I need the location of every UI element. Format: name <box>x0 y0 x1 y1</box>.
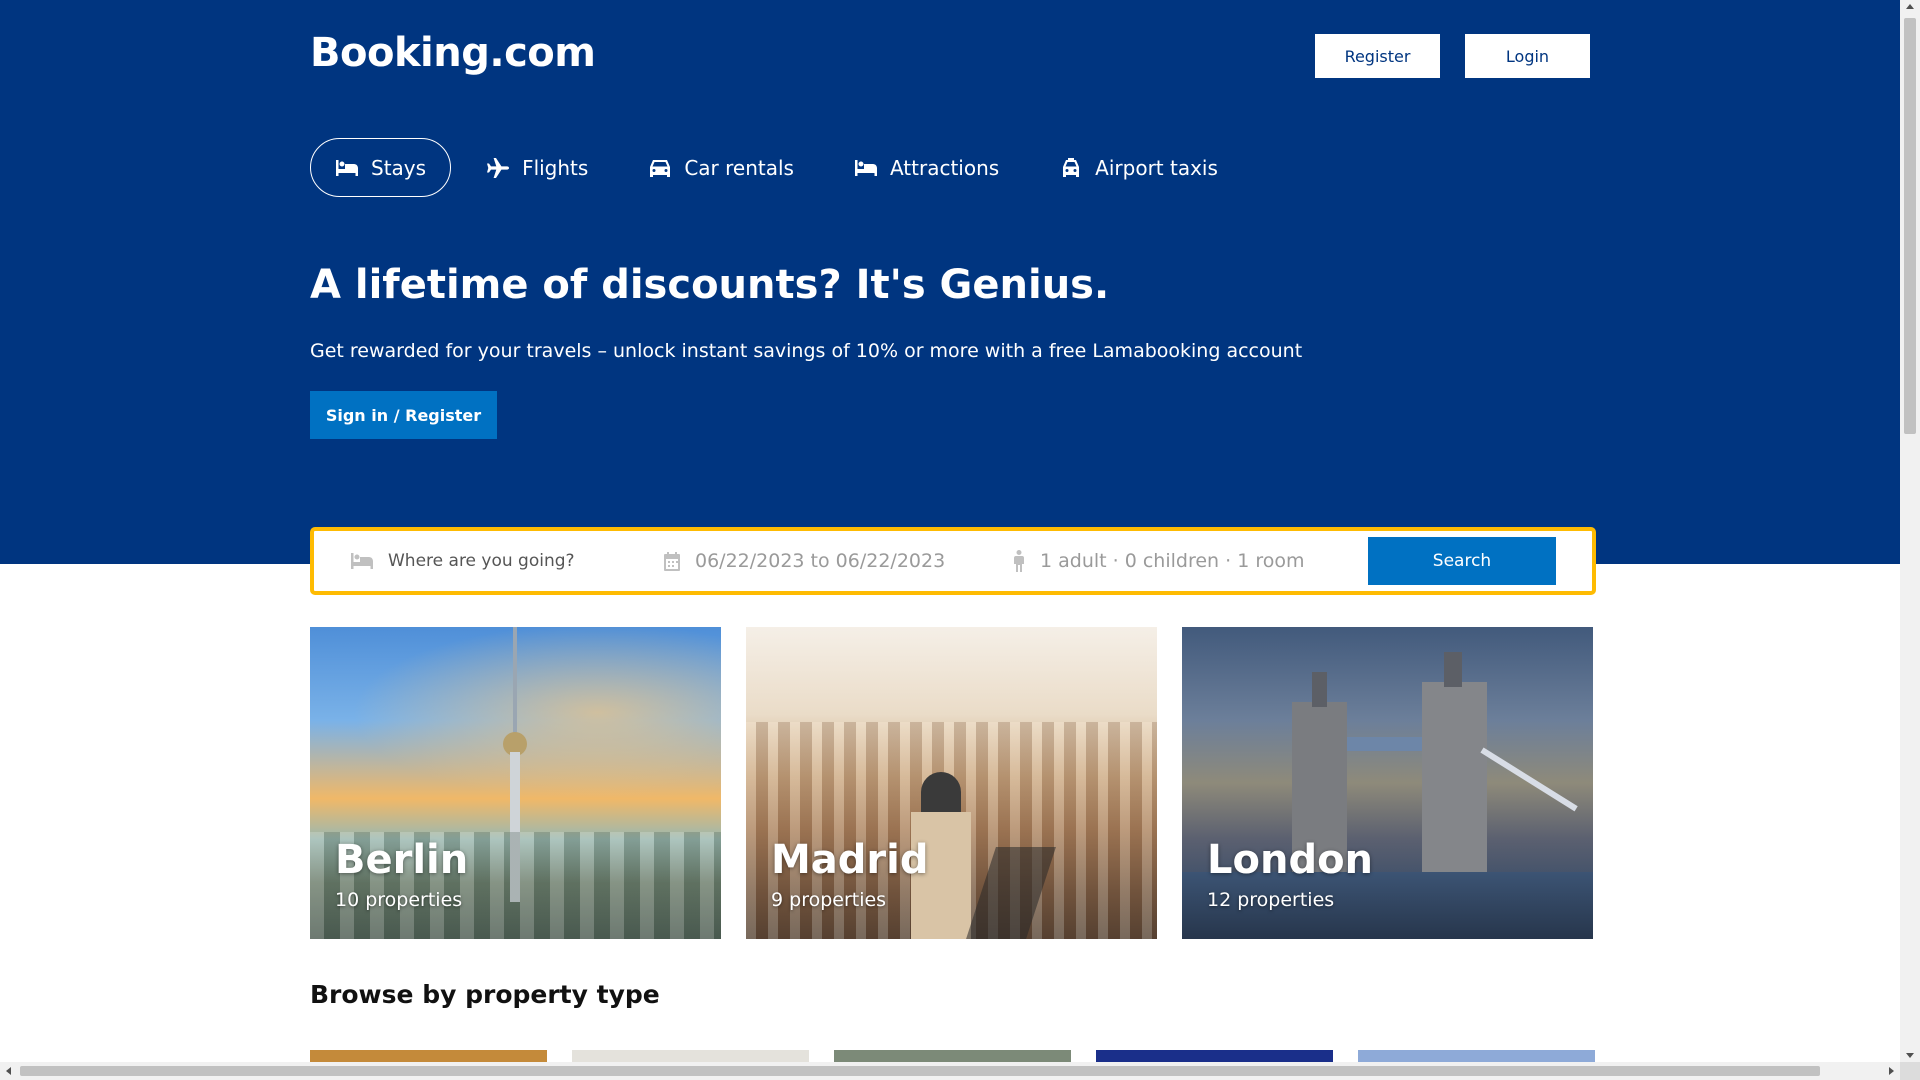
scroll-down-icon[interactable] <box>1906 1053 1914 1058</box>
hero-subtitle: Get rewarded for your travels – unlock i… <box>310 340 1303 362</box>
bridge-walkway <box>1347 737 1422 751</box>
vertical-scrollbar[interactable] <box>1900 0 1920 1062</box>
city-properties: 10 properties <box>335 889 463 911</box>
taxi-icon <box>1063 157 1080 177</box>
calendar-icon <box>664 552 680 571</box>
nav-item-car-rentals[interactable]: Car rentals <box>623 138 819 197</box>
plane-icon <box>487 157 510 178</box>
person-icon <box>1014 550 1024 572</box>
city-card-madrid[interactable]: Madrid 9 properties <box>746 627 1157 939</box>
scroll-up-icon[interactable] <box>1906 4 1914 9</box>
property-type-card[interactable] <box>572 1050 809 1062</box>
property-type-card[interactable] <box>834 1050 1071 1062</box>
car-icon <box>650 159 671 177</box>
search-button[interactable]: Search <box>1368 537 1556 585</box>
nav-label: Stays <box>371 155 427 180</box>
bed-icon <box>351 553 373 569</box>
property-type-card[interactable] <box>310 1050 547 1062</box>
featured-cities: Berlin 10 properties Madrid 9 properties… <box>310 627 1593 939</box>
nav-label: Airport taxis <box>1095 155 1218 180</box>
nav-item-flights[interactable]: Flights <box>461 138 613 197</box>
search-bar: 06/22/2023 to 06/22/2023 1 adult · 0 chi… <box>310 527 1596 595</box>
hero-banner: Booking.com Register Login Stays Flights… <box>0 0 1900 564</box>
guests-field[interactable]: 1 adult · 0 children · 1 room <box>1012 531 1342 591</box>
hero-title: A lifetime of discounts? It's Genius. <box>310 262 1110 308</box>
sign-in-register-button[interactable]: Sign in / Register <box>310 391 497 439</box>
city-name: Madrid <box>771 837 929 883</box>
destination-field[interactable] <box>350 531 650 591</box>
city-properties: 12 properties <box>1207 889 1335 911</box>
bed-icon <box>336 159 358 176</box>
bed-icon <box>854 159 877 176</box>
scrollbar-corner <box>1900 1062 1920 1080</box>
tower-spire <box>1312 672 1327 707</box>
property-type-card[interactable] <box>1096 1050 1333 1062</box>
destination-input[interactable] <box>388 551 628 571</box>
login-button[interactable]: Login <box>1465 34 1590 78</box>
register-button[interactable]: Register <box>1315 34 1440 78</box>
nav-item-airport-taxis[interactable]: Airport taxis <box>1034 138 1243 197</box>
scrollbar-thumb[interactable] <box>1904 18 1916 434</box>
logo[interactable]: Booking.com <box>310 30 596 76</box>
browse-section-title: Browse by property type <box>310 980 660 1009</box>
city-properties: 9 properties <box>771 889 887 911</box>
scroll-right-icon[interactable] <box>1889 1067 1894 1075</box>
scroll-left-icon[interactable] <box>6 1067 11 1075</box>
city-name: London <box>1207 837 1374 883</box>
property-type-card[interactable] <box>1358 1050 1595 1062</box>
scrollbar-thumb[interactable] <box>20 1066 1820 1076</box>
date-field[interactable]: 06/22/2023 to 06/22/2023 <box>663 531 983 591</box>
bridge-cable <box>1480 747 1578 812</box>
city-card-berlin[interactable]: Berlin 10 properties <box>310 627 721 939</box>
date-range-text: 06/22/2023 to 06/22/2023 <box>695 550 946 572</box>
nav-label: Attractions <box>889 155 1000 180</box>
property-type-row <box>310 1050 1595 1062</box>
horizontal-scrollbar[interactable] <box>0 1062 1900 1080</box>
city-name: Berlin <box>335 837 469 883</box>
metropolis-dome <box>921 772 961 812</box>
nav-label: Car rentals <box>684 155 794 180</box>
tower-spire <box>1444 652 1462 687</box>
nav-item-stays[interactable]: Stays <box>310 138 452 197</box>
nav-bar: Stays Flights Car rentals Attractions Ai… <box>310 138 1243 197</box>
nav-item-attractions[interactable]: Attractions <box>829 138 1024 197</box>
nav-label: Flights <box>522 155 589 180</box>
guests-text: 1 adult · 0 children · 1 room <box>1040 550 1305 572</box>
city-card-london[interactable]: London 12 properties <box>1182 627 1593 939</box>
